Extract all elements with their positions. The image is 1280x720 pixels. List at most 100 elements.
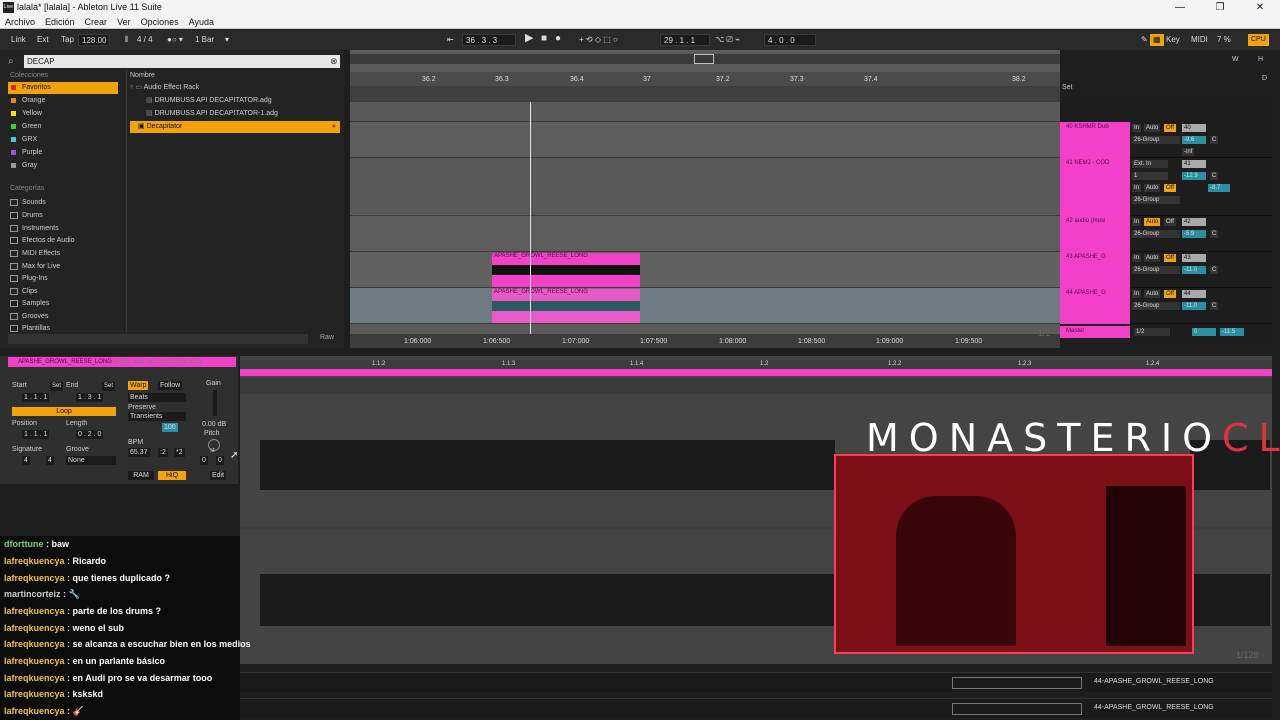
cent-field[interactable]: 0 <box>216 456 224 465</box>
off-toggle[interactable]: Off <box>1164 218 1176 226</box>
sig-numerator[interactable]: 4 <box>22 456 30 465</box>
pan-field[interactable]: C <box>1210 136 1219 144</box>
pencil-icon[interactable]: ✎ <box>1138 34 1151 46</box>
midi-map-button[interactable]: MIDI <box>1188 34 1211 46</box>
track-lane[interactable] <box>350 252 1060 288</box>
collection-grx[interactable]: GRX <box>8 134 118 146</box>
length-field[interactable]: 0 . 2 . 0 <box>76 430 104 439</box>
end-field[interactable]: 1 . 3 . 1 <box>76 393 104 402</box>
input-channel-select[interactable]: 1 <box>1132 172 1168 180</box>
group-select[interactable]: 26-Group <box>1132 230 1180 238</box>
off-toggle[interactable]: Off <box>1164 254 1176 262</box>
category-audio-effects[interactable]: Efectos de Audio <box>10 235 75 247</box>
metronome-icon[interactable]: ⦀ <box>122 34 132 46</box>
close-button[interactable]: ✕ <box>1240 0 1280 15</box>
search-input[interactable]: DECAP <box>24 55 340 68</box>
preserve-select[interactable]: Transients <box>128 412 186 421</box>
key-map-button[interactable]: Key <box>1163 34 1183 46</box>
category-max-for-live[interactable]: Max for Live <box>10 261 60 273</box>
input-type-select[interactable]: Ext. In <box>1132 160 1168 168</box>
auto-toggle[interactable]: Auto <box>1144 290 1161 298</box>
menu-ver[interactable]: Ver <box>117 17 131 27</box>
gain-slider[interactable] <box>213 390 217 416</box>
file-row[interactable]: ▿ ▭ Audio Effect Rack <box>130 82 340 94</box>
off-toggle[interactable]: Off <box>1164 124 1176 132</box>
send-field[interactable]: -8.7 <box>1208 184 1230 192</box>
quantize-menu[interactable]: 1 Bar <box>192 34 217 46</box>
w-button[interactable]: W <box>1232 56 1239 63</box>
menu-opciones[interactable]: Opciones <box>141 17 179 27</box>
audio-clip[interactable]: APASHE_GROWL_REESE_LONG <box>492 253 640 287</box>
category-plugins[interactable]: Plug-Ins <box>10 273 48 285</box>
category-midi-effects[interactable]: MIDI Effects <box>10 248 60 260</box>
category-sounds[interactable]: Sounds <box>10 197 46 209</box>
cpu-button[interactable]: CPU <box>1248 34 1269 46</box>
preview-strip[interactable] <box>8 334 308 344</box>
track-number[interactable]: 41 <box>1182 160 1206 168</box>
collection-purple[interactable]: Purple <box>8 147 118 159</box>
auto-toggle[interactable]: Auto <box>1144 254 1161 262</box>
group-select[interactable]: 26-Group <box>1132 136 1180 144</box>
tap-button[interactable]: Tap <box>58 34 77 46</box>
volume-field[interactable]: -5.9 <box>1182 230 1206 238</box>
menu-archivo[interactable]: Archivo <box>5 17 35 27</box>
auto-toggle[interactable]: Auto <box>1144 218 1161 226</box>
loop-length-field[interactable]: 4 . 0 . 0 <box>764 34 816 46</box>
beat-ruler[interactable]: 36.2 36.3 36.4 37 37.2 37.3 37.4 38.2 <box>350 72 1060 86</box>
position-field[interactable]: 1 . 1 . 1 <box>22 430 50 439</box>
audio-clip[interactable]: APASHE_GROWL_REESE_LONG <box>492 289 640 323</box>
volume-field[interactable]: -11.0 <box>1182 302 1206 310</box>
input-toggle[interactable]: In <box>1132 184 1142 192</box>
half-tempo-button[interactable]: :2 <box>158 448 168 457</box>
category-drums[interactable]: Drums <box>10 210 43 222</box>
groove-select[interactable]: None <box>66 456 116 465</box>
pan-field[interactable]: C <box>1210 266 1219 274</box>
edit-button[interactable]: Edit <box>210 471 227 480</box>
warp-mode-select[interactable]: Beats <box>128 393 186 402</box>
bpm-field[interactable]: 65.37 <box>128 448 150 457</box>
pan-field[interactable]: C <box>1210 302 1219 310</box>
track-lane[interactable] <box>350 122 1060 158</box>
play-icon[interactable]: ▶ <box>522 32 536 44</box>
menu-ayuda[interactable]: Ayuda <box>189 17 214 27</box>
end-set-button[interactable]: Set <box>102 382 116 391</box>
sig-denominator[interactable]: 4 <box>46 456 54 465</box>
warp-marker-strip[interactable] <box>240 378 1272 394</box>
category-clips[interactable]: Clips <box>10 286 38 298</box>
master-track[interactable]: Master 1/2 0 -11.5 <box>1060 326 1272 338</box>
input-toggle[interactable]: In <box>1132 218 1142 226</box>
loop-bar[interactable] <box>240 369 1272 376</box>
record-icon[interactable]: ● <box>552 33 564 45</box>
track-number[interactable]: 42 <box>1182 218 1206 226</box>
record-mode-icon[interactable]: ●○ ▾ <box>164 34 186 46</box>
off-toggle[interactable]: Off <box>1164 184 1176 192</box>
file-row-selected[interactable]: ▣ Decapitator ● <box>130 121 340 133</box>
time-ruler[interactable]: 1:06:000 1:06:500 1:07:000 1:07:500 1:08… <box>350 328 1060 348</box>
bottom-track-lane[interactable]: 44-APASHE_GROWL_REESE_LONG <box>240 672 1272 692</box>
double-tempo-button[interactable]: *2 <box>174 448 185 457</box>
track-number[interactable]: 40 <box>1182 124 1206 132</box>
maximize-button[interactable]: ❐ <box>1200 0 1240 15</box>
key-map-icon[interactable]: ▦ <box>1150 34 1164 46</box>
stop-icon[interactable]: ■ <box>538 33 550 45</box>
group-select[interactable]: 26-Group <box>1132 266 1180 274</box>
track-lane[interactable] <box>350 216 1060 252</box>
follow-button[interactable]: Follow <box>158 381 183 390</box>
start-set-button[interactable]: Set <box>50 382 64 391</box>
mixer-track[interactable]: 41 NEMJ - COD Ext. In 1 In Auto Off 26-G… <box>1060 158 1272 216</box>
track-selector[interactable] <box>952 677 1082 689</box>
collection-orange[interactable]: Orange <box>8 95 118 107</box>
master-volume[interactable]: 0 <box>1192 328 1216 336</box>
track-number[interactable]: 43 <box>1182 254 1206 262</box>
collection-yellow[interactable]: Yellow <box>8 108 118 120</box>
volume-field[interactable]: -12.9 <box>1182 172 1206 180</box>
track-number[interactable]: 44 <box>1182 290 1206 298</box>
warp-button[interactable]: Warp <box>128 381 149 390</box>
input-toggle[interactable]: In <box>1132 290 1142 298</box>
file-row[interactable]: ▤ DRUMBUSS API DECAPITATOR-1.adg <box>130 108 340 120</box>
d-button[interactable]: D <box>1262 75 1267 82</box>
chevron-down-icon[interactable]: ▾ <box>222 34 232 46</box>
menu-edicion[interactable]: Edición <box>45 17 75 27</box>
volume-field[interactable]: -11.0 <box>1182 266 1206 274</box>
auto-toggle[interactable]: Auto <box>1144 124 1161 132</box>
